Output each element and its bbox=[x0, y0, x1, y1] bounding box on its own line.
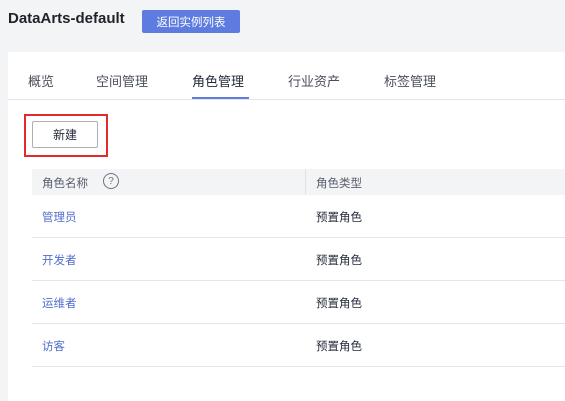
role-type-cell: 预置角色 bbox=[316, 296, 362, 310]
table-row: 管理员 预置角色 bbox=[32, 195, 565, 238]
role-name-link[interactable]: 运维者 bbox=[42, 295, 77, 311]
tab-tag-management[interactable]: 标签管理 bbox=[384, 71, 436, 90]
tab-role-management[interactable]: 角色管理 bbox=[192, 71, 244, 90]
tab-overview[interactable]: 概览 bbox=[28, 71, 54, 90]
tab-workspace-management[interactable]: 空间管理 bbox=[96, 71, 148, 90]
role-name-link[interactable]: 开发者 bbox=[42, 252, 77, 268]
tab-industry-assets[interactable]: 行业资产 bbox=[288, 71, 340, 90]
role-type-cell: 预置角色 bbox=[316, 253, 362, 267]
role-type-cell: 预置角色 bbox=[316, 339, 362, 353]
main-panel: 概览 空间管理 角色管理 行业资产 标签管理 新建 角色名称 ? 角色类型 管理… bbox=[8, 52, 565, 401]
new-role-button[interactable]: 新建 bbox=[32, 121, 98, 148]
role-table: 角色名称 ? 角色类型 管理员 预置角色 开发者 预置角色 运维者 预置角色 访… bbox=[32, 169, 565, 367]
active-tab-indicator bbox=[192, 97, 249, 99]
instance-title: DataArts-default bbox=[8, 10, 125, 27]
back-to-instance-list-button[interactable]: 返回实例列表 bbox=[142, 10, 240, 33]
role-name-link[interactable]: 管理员 bbox=[42, 209, 77, 225]
column-divider bbox=[305, 169, 306, 195]
tab-bar: 概览 空间管理 角色管理 行业资产 标签管理 bbox=[8, 52, 565, 100]
table-row: 运维者 预置角色 bbox=[32, 281, 565, 324]
help-icon[interactable]: ? bbox=[103, 173, 119, 189]
top-header: DataArts-default 返回实例列表 bbox=[0, 0, 565, 52]
table-header: 角色名称 ? 角色类型 bbox=[32, 169, 565, 195]
column-header-role-type: 角色类型 bbox=[316, 176, 362, 190]
role-type-cell: 预置角色 bbox=[316, 210, 362, 224]
role-name-link[interactable]: 访客 bbox=[42, 338, 65, 354]
table-row: 访客 预置角色 bbox=[32, 324, 565, 367]
column-header-role-name: 角色名称 bbox=[42, 176, 88, 190]
table-row: 开发者 预置角色 bbox=[32, 238, 565, 281]
